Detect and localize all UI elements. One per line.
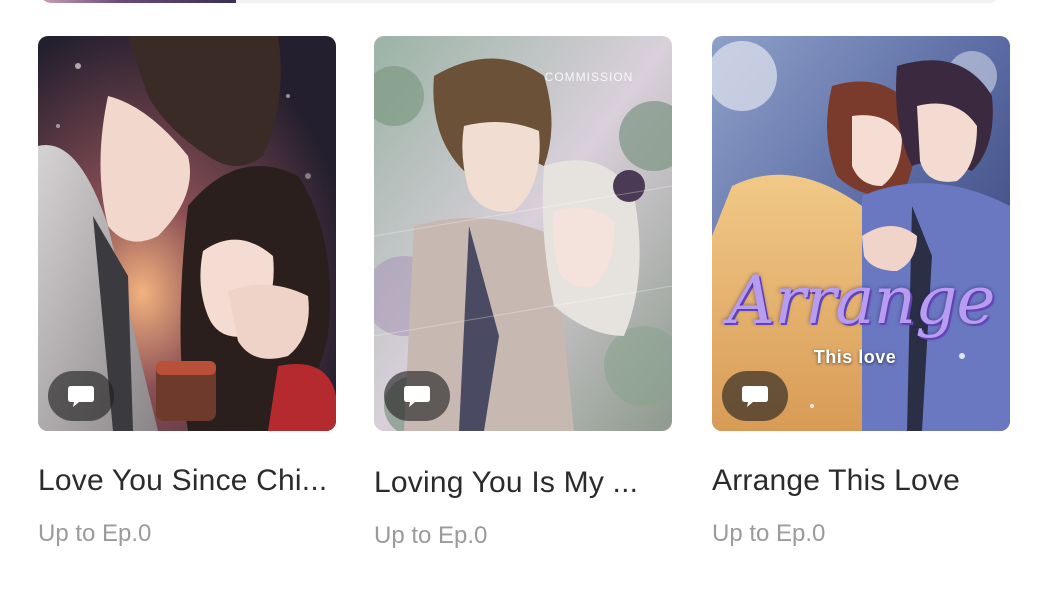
comic-title[interactable]: Loving You Is My ... [374, 465, 672, 501]
previous-section-strip [40, 0, 1000, 3]
comment-bubble-icon [68, 386, 94, 407]
comment-bubble-icon [742, 386, 768, 407]
episode-progress: Up to Ep.0 [38, 520, 152, 547]
comment-badge[interactable] [722, 371, 788, 421]
comic-cover[interactable]: COMMISSION [374, 36, 672, 431]
cover-logo-subtitle: This love [813, 347, 897, 367]
comic-title[interactable]: Arrange This Love [712, 463, 1010, 499]
comic-cover[interactable]: Arrange This love [712, 36, 1010, 431]
comic-cover[interactable] [38, 36, 336, 431]
comment-bubble-icon [404, 386, 430, 407]
cover-watermark: COMMISSION [544, 70, 634, 84]
episode-progress: Up to Ep.0 [712, 520, 826, 547]
comic-card-loving-you-is-my[interactable]: COMMISSION Loving You Is My ... Up to Ep… [374, 36, 672, 551]
episode-progress: Up to Ep.0 [374, 522, 488, 549]
comment-badge[interactable] [384, 371, 450, 421]
strip-thumbnail [40, 0, 236, 3]
comic-card-arrange-this-love[interactable]: Arrange This love Arrange This Love Up t… [712, 36, 1010, 549]
comment-badge[interactable] [48, 371, 114, 421]
cover-logo-title: Arrange [727, 262, 996, 339]
comic-card-love-you-since-childhood[interactable]: Love You Since Chi... Up to Ep.0 [38, 36, 336, 549]
comic-grid: Love You Since Chi... Up to Ep.0 COMMISS… [38, 36, 1010, 576]
comic-title[interactable]: Love You Since Chi... [38, 463, 336, 499]
